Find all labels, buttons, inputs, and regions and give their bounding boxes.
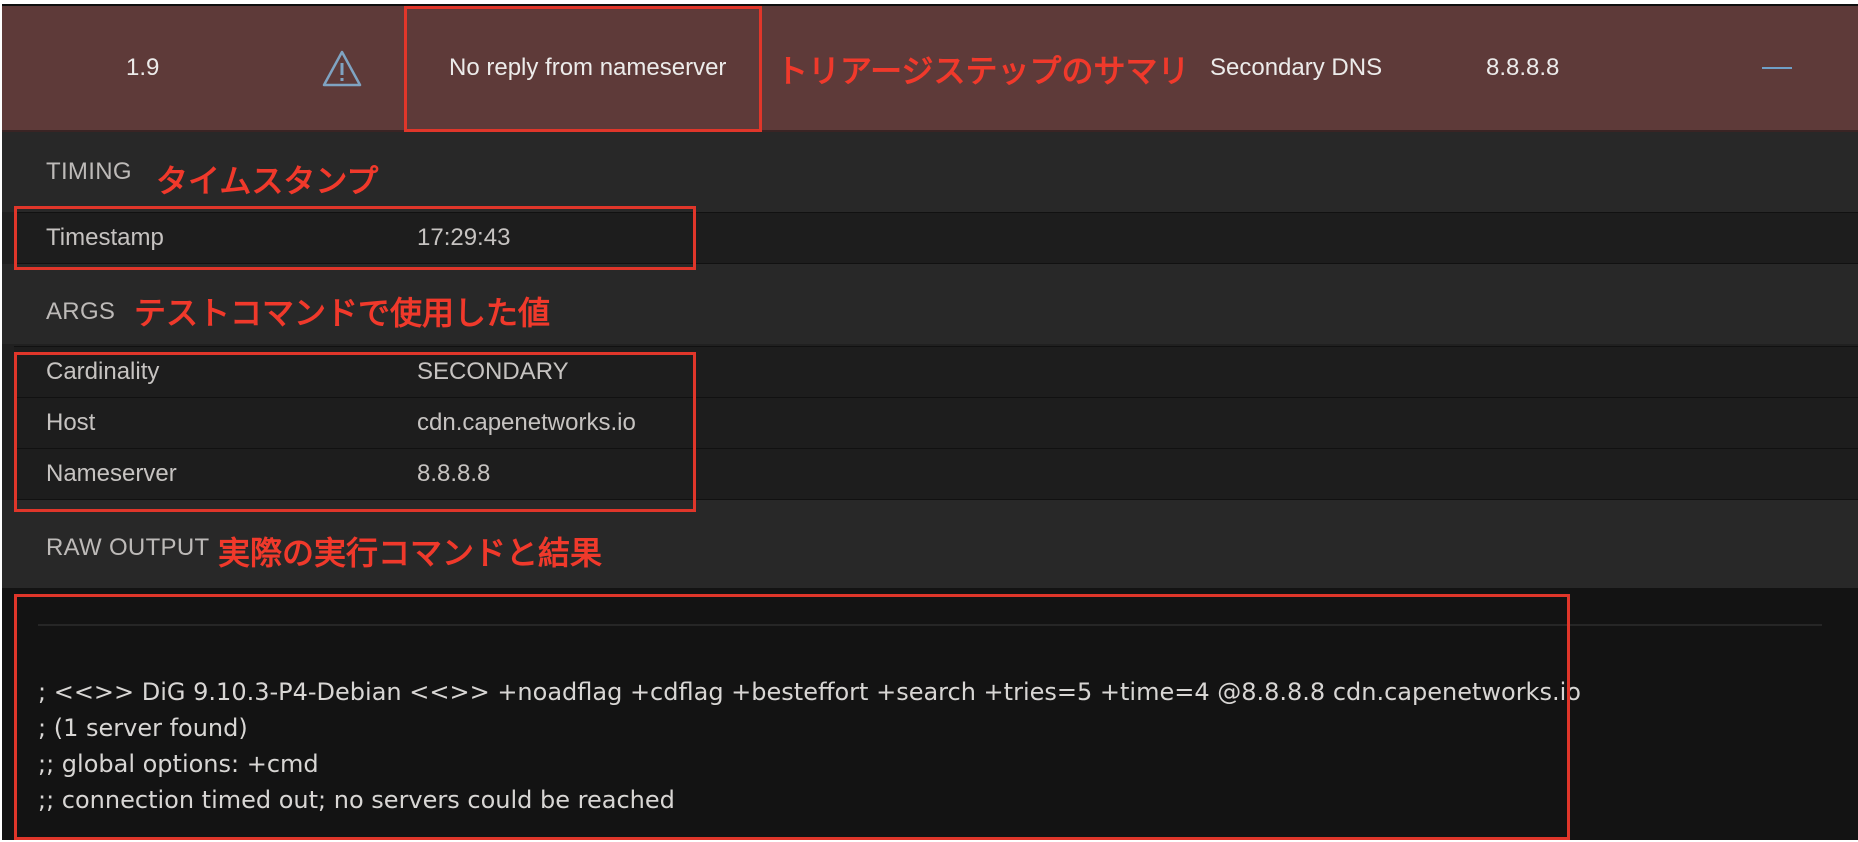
annotation-raw-output-label: 実際の実行コマンドと結果 [218, 534, 603, 572]
step-name: Secondary DNS [1210, 54, 1383, 81]
annotation-box-raw-output [14, 594, 1570, 840]
warning-icon [322, 50, 362, 87]
args-header-label: ARGS [46, 298, 116, 325]
annotation-box-summary [404, 6, 762, 132]
annotation-box-args [14, 352, 696, 512]
annotation-summary-label: トリアージステップのサマリ [776, 52, 1190, 90]
nameserver-address: 8.8.8.8 [1486, 54, 1560, 81]
annotation-args-label: テストコマンドで使用した値 [134, 294, 551, 332]
triage-step-panel: 1.9 No reply from nameserver Secondary D… [2, 4, 1858, 840]
timing-header-label: TIMING [46, 158, 132, 185]
collapse-dash-icon[interactable] [1762, 67, 1792, 69]
raw-output-header-label: RAW OUTPUT [46, 534, 210, 561]
score-value: 1.9 [126, 54, 160, 81]
annotation-timing-label: タイムスタンプ [156, 162, 379, 200]
annotation-box-timing [14, 206, 696, 270]
